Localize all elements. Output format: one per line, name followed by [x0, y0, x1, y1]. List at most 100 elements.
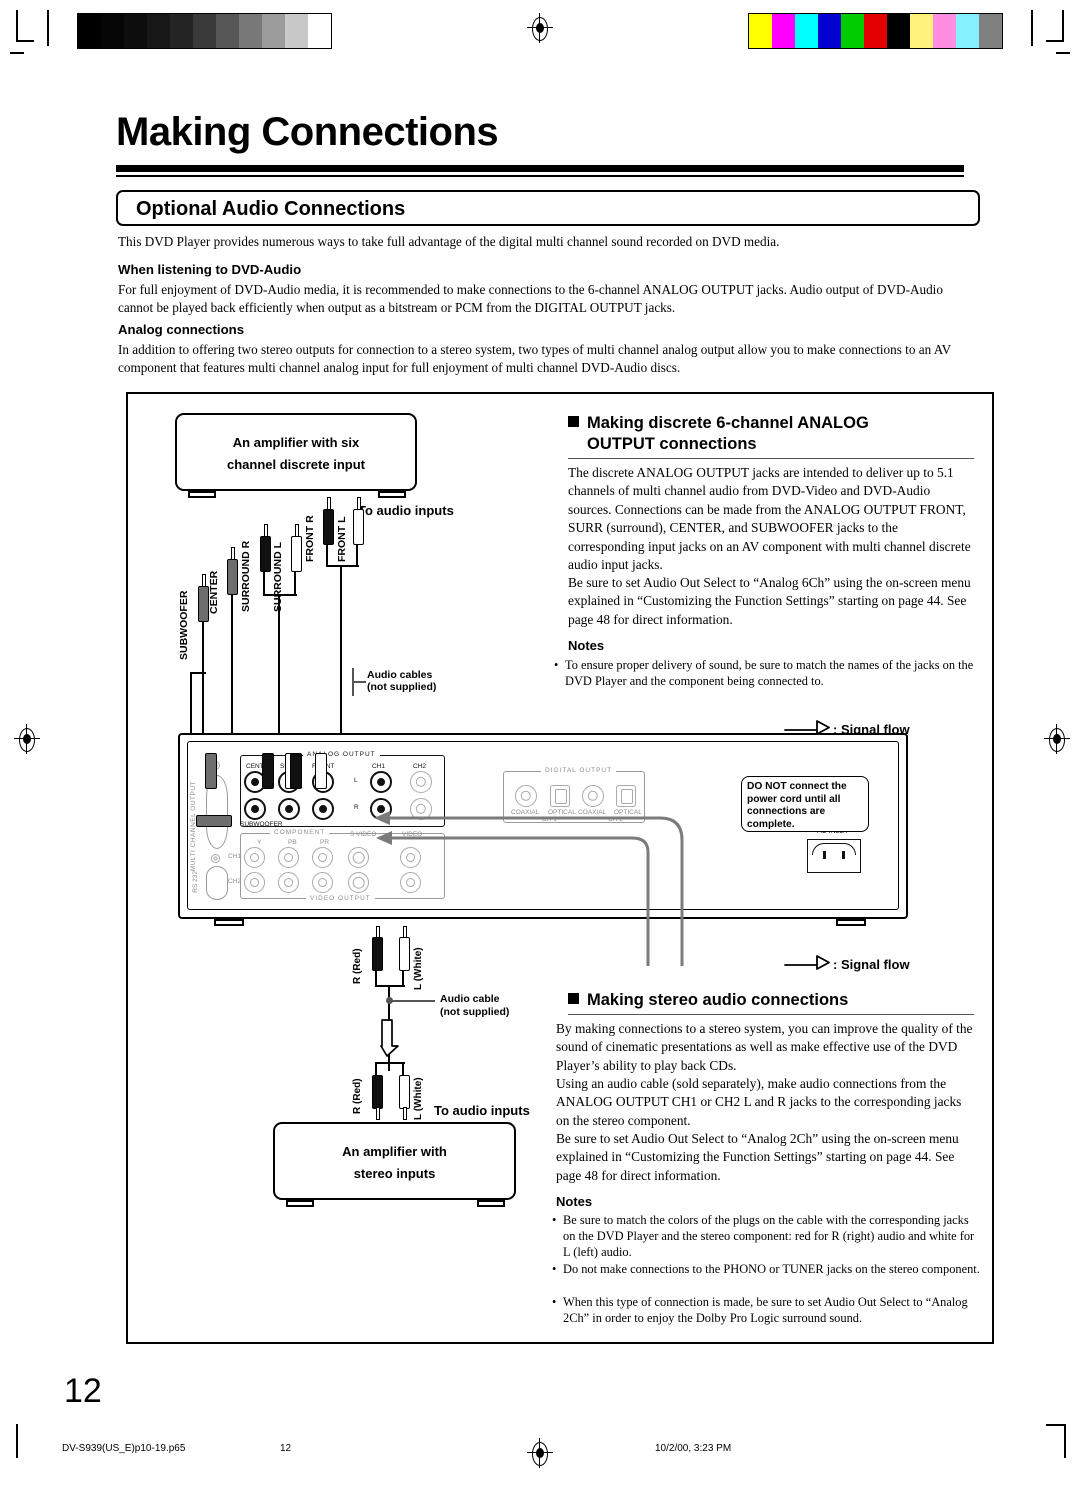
wire-front-trunk	[340, 565, 343, 742]
wire-front-join	[326, 565, 359, 568]
component-jack-pb-ch1	[278, 847, 299, 868]
stereo-plug-label-right-bottom: R (Red)	[352, 1078, 363, 1114]
panel-plug-subwoofer	[196, 815, 232, 827]
six-channel-heading: Making discrete 6-channel ANALOG OUTPUT …	[568, 413, 978, 455]
amplifier-stereo-label-1: An amplifier with	[342, 1144, 447, 1159]
amplifier-six-label-2: channel discrete input	[227, 457, 365, 472]
panel-plug-surr-l	[262, 753, 274, 789]
rs232-label: RS 232	[192, 871, 199, 893]
to-audio-inputs-bottom-label: To audio inputs	[434, 1103, 530, 1118]
wire-center	[231, 595, 233, 742]
wire-surround-r	[263, 572, 266, 596]
stereo-plug-left-bottom	[399, 1075, 410, 1120]
cable-entry-bracket	[182, 672, 206, 736]
component-label-y: Y	[257, 839, 262, 846]
note-bullet-icon: •	[552, 1295, 557, 1309]
stereo-heading: Making stereo audio connections	[568, 990, 978, 1011]
signal-flow-bottom-label: : Signal flow	[833, 957, 910, 972]
color-step-2	[795, 14, 818, 48]
color-step-9	[956, 14, 979, 48]
color-step-10	[979, 14, 1002, 48]
title-rule-thick	[116, 165, 964, 172]
stereo-plug-right-bottom	[372, 1075, 383, 1120]
bullet-square-icon-2	[568, 993, 579, 1004]
analog-jack-surr-r	[278, 798, 300, 820]
color-step-5	[864, 14, 887, 48]
analog-jack-label-ch1: CH1	[372, 763, 386, 770]
channel-label-front-l: FRONT L	[336, 516, 348, 563]
amplifier-six-foot-left	[188, 491, 216, 498]
stereo-body: By making connections to a stereo system…	[556, 1021, 973, 1073]
registration-target-bottom	[527, 1438, 553, 1468]
plug-front-r	[323, 497, 334, 545]
audio-cables-label-1: Audio cables	[367, 669, 433, 681]
manual-page: Making Connections Optional Audio Connec…	[0, 0, 1080, 1485]
audio-cable-label-2: (not supplied)	[440, 1006, 510, 1018]
gray-step-6	[216, 14, 239, 48]
gray-step-4	[170, 14, 193, 48]
crop-mark-top-left	[16, 10, 34, 42]
wire-surround-trunk	[278, 594, 281, 742]
page-number: 12	[64, 1372, 102, 1410]
amplifier-six-label-1: An amplifier with six	[232, 435, 360, 450]
rs232-connector	[206, 866, 228, 900]
registration-target-left	[14, 724, 40, 754]
plug-surround-r	[260, 524, 271, 572]
bullet-square-icon	[568, 416, 579, 427]
color-step-4	[841, 14, 864, 48]
gray-step-9	[285, 14, 308, 48]
channel-label-center: CENTER	[208, 570, 220, 614]
player-foot-left	[214, 919, 244, 926]
note-bullet-icon: •	[554, 658, 559, 672]
crop-mark-bottom-right	[1046, 1424, 1066, 1458]
cable-direction-arrow-icon	[380, 1019, 399, 1057]
ch1-jack-pointer-arrows	[374, 811, 684, 966]
video-row-label-ch1: CH1	[228, 853, 242, 860]
gray-step-8	[262, 14, 285, 48]
note-bullet-icon: •	[552, 1213, 557, 1227]
crop-mark-top-right	[1046, 10, 1064, 42]
gray-step-1	[101, 14, 124, 48]
six-channel-body2: Be sure to set Audio Out Select to “Anal…	[568, 575, 971, 627]
six-channel-note-0: • To ensure proper delivery of sound, be…	[554, 658, 974, 689]
registration-target-top	[527, 13, 553, 43]
audio-cable-leader	[389, 1000, 435, 1002]
six-channel-body: The discrete ANALOG OUTPUT jacks are int…	[568, 465, 971, 573]
gray-step-0	[78, 14, 101, 48]
wire-front-l	[356, 545, 359, 567]
crop-mark-secondary-right	[1031, 10, 1033, 46]
panel-plug-front-r	[315, 753, 327, 789]
analog-jack-label-ch2: CH2	[413, 763, 427, 770]
panel-plug-front-l	[290, 753, 302, 789]
stereo-note-1: • Do not make connections to the PHONO o…	[552, 1262, 980, 1276]
page-title: Making Connections	[116, 110, 499, 154]
amplifier-stereo-foot-right	[477, 1200, 505, 1207]
stereo-note-2: • When this type of connection is made, …	[552, 1295, 968, 1326]
component-jack-y-ch2	[244, 872, 265, 893]
component-jack-pb-ch2	[278, 872, 299, 893]
crop-mark-secondary-left	[47, 10, 49, 46]
dvd-audio-paragraph: For full enjoyment of DVD-Audio media, i…	[118, 282, 943, 315]
ac-inlet-connector	[807, 839, 861, 873]
stereo-note-0: • Be sure to match the colors of the plu…	[552, 1213, 975, 1260]
amplifier-stereo-foot-left	[286, 1200, 314, 1207]
gray-step-7	[239, 14, 262, 48]
section-title-box: Optional Audio Connections	[116, 190, 980, 226]
plug-center	[227, 547, 238, 595]
power-cord-warning-box: DO NOT connect the power cord until all …	[741, 776, 869, 832]
audio-cables-label-2: (not supplied)	[367, 681, 437, 693]
footer-timestamp: 10/2/00, 3:23 PM	[655, 1443, 732, 1454]
subwoofer-jack-label: SUBWOOFER	[240, 821, 283, 828]
wire-stereo-join-bottom	[375, 1062, 405, 1065]
color-step-1	[772, 14, 795, 48]
amplifier-six-foot-right	[378, 491, 406, 498]
title-rule-thin	[116, 175, 964, 177]
wire-front-r	[326, 545, 329, 567]
component-label-pb: PB	[288, 839, 297, 846]
plug-front-l	[353, 497, 364, 545]
analog-jack-subwoofer	[244, 798, 266, 820]
audio-cable-node	[386, 997, 393, 1004]
plug-surround-l	[291, 524, 302, 572]
audio-cables-leader	[352, 681, 366, 683]
to-audio-inputs-top-label: To audio inputs	[358, 503, 454, 518]
